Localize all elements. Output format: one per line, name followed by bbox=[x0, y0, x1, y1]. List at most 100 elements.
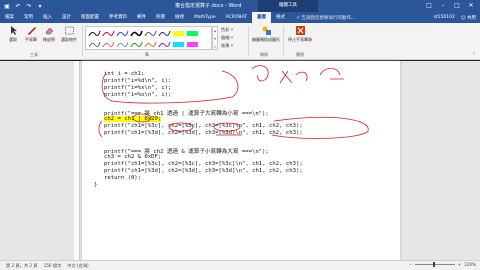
pens-group-label: 筆 bbox=[145, 52, 149, 57]
ribbon-display-icon[interactable]: □ bbox=[422, 0, 436, 12]
pen-blue-thin-icon[interactable] bbox=[116, 40, 129, 49]
redo-icon[interactable]: ↷ bbox=[25, 2, 33, 10]
user-name[interactable]: st150102 bbox=[434, 15, 455, 20]
pen-red-thin-icon[interactable] bbox=[102, 40, 115, 49]
convert-group-label: 轉換 bbox=[260, 52, 268, 57]
stop-inking-icon bbox=[295, 26, 305, 35]
group-separator bbox=[82, 26, 83, 56]
code-line-15: return (0); bbox=[104, 175, 142, 181]
document-area: int i = ch1; printf("i=%d\n", i); printf… bbox=[0, 61, 480, 260]
pen-navy-icon[interactable] bbox=[158, 29, 171, 38]
undo-icon[interactable]: ↶ bbox=[14, 2, 22, 10]
tab-review[interactable]: 校閱 bbox=[151, 12, 170, 23]
pen-blue-icon[interactable] bbox=[116, 29, 129, 38]
lightbulb-icon: ☼ bbox=[295, 15, 301, 21]
code-line-2: printf("i=%d\n", i); bbox=[104, 78, 172, 84]
eraser-tool-label: 橡皮擦 bbox=[43, 37, 55, 42]
pen-gallery[interactable] bbox=[85, 26, 212, 50]
window-title: 複合指定運算子.docx - Word bbox=[175, 3, 242, 9]
share-button[interactable]: ☺ 共用 bbox=[461, 15, 476, 21]
pen-gray-icon[interactable] bbox=[144, 29, 157, 38]
pen-tool-button[interactable]: 手寫筆 bbox=[22, 25, 40, 43]
document-page[interactable]: int i = ch1; printf("i=%d\n", i); printf… bbox=[82, 61, 400, 260]
tab-draw[interactable]: 畫圖 bbox=[251, 12, 271, 23]
color-dropdown[interactable]: 色彩 • bbox=[221, 27, 233, 33]
shapes-icon bbox=[262, 26, 271, 35]
close-group-label: 關閉 bbox=[296, 52, 304, 57]
code-line-16: } bbox=[94, 182, 98, 188]
save-icon[interactable]: ▣ bbox=[3, 2, 11, 10]
highlighter-green-icon[interactable] bbox=[186, 29, 199, 38]
tools-group-label: 工具 bbox=[30, 52, 38, 57]
language-indicator[interactable]: 中文 (台灣) bbox=[67, 263, 88, 269]
code-line-4: printf("i=%o\n", i); bbox=[104, 92, 172, 98]
select-objects-label: 選取物件 bbox=[61, 37, 77, 42]
stop-inking-button[interactable]: 停止手寫筆跡 bbox=[286, 25, 314, 43]
tab-mathtype[interactable]: MathType bbox=[189, 12, 221, 23]
code-line-8: printf("ch1=[%3c], ch2=[%3c], ch3=[%3c]\… bbox=[104, 123, 303, 129]
page-count[interactable]: 第 2 頁，共 2 頁 bbox=[6, 263, 38, 269]
zoom-out-icon[interactable]: – bbox=[409, 262, 411, 267]
status-bar: 第 2 頁，共 2 頁 156 個字 中文 (台灣) – + 120% bbox=[0, 260, 480, 270]
tab-format[interactable]: 格式 bbox=[271, 12, 290, 23]
select-objects-button[interactable]: 選取物件 bbox=[58, 25, 80, 43]
pen-black-thick-icon[interactable] bbox=[130, 29, 143, 38]
tab-home[interactable]: 常用 bbox=[19, 12, 38, 23]
convert-to-shapes-button[interactable]: 繪圖轉換成圖形 bbox=[252, 25, 280, 43]
minimize-icon[interactable]: – bbox=[436, 0, 450, 12]
zoom-in-icon[interactable]: + bbox=[458, 262, 462, 267]
pen-icon bbox=[27, 27, 36, 35]
tab-file[interactable]: 檔案 bbox=[0, 12, 19, 23]
pen-red-icon[interactable] bbox=[102, 29, 115, 38]
zoom-control: – + 120% bbox=[409, 262, 476, 267]
pen-green-icon[interactable] bbox=[130, 40, 143, 49]
code-line-3: printf("i=%x\n", i); bbox=[104, 85, 172, 91]
gallery-scroll[interactable]: ▴ ▾ ▿ bbox=[212, 26, 218, 50]
highlighter-yellow-icon[interactable] bbox=[172, 29, 185, 38]
thickness-dropdown[interactable]: 粗細 • bbox=[221, 35, 233, 41]
tab-layout[interactable]: 版面配置 bbox=[76, 12, 104, 23]
tab-acrobat[interactable]: ACROBAT bbox=[221, 12, 252, 23]
eraser-tool-button[interactable]: 橡皮擦 bbox=[40, 25, 58, 43]
draw-ribbon: 選取 手寫筆 橡皮擦 選取物件 工具 ▴ ▾ ▿ 筆 色彩 • 粗細 • 效果 … bbox=[0, 23, 480, 60]
highlighter-magenta-icon[interactable] bbox=[186, 40, 199, 49]
eraser-icon bbox=[45, 27, 53, 35]
highlighter-cyan-icon[interactable] bbox=[172, 40, 185, 49]
ink-stroke-top-right-1 bbox=[251, 65, 269, 82]
collapse-ribbon-icon[interactable]: ⌃ bbox=[472, 52, 476, 58]
word-count[interactable]: 156 個字 bbox=[44, 263, 62, 269]
effects-dropdown[interactable]: 效果 • bbox=[221, 43, 233, 49]
pen-purple-icon[interactable] bbox=[158, 40, 171, 49]
tab-insert[interactable]: 插入 bbox=[38, 12, 57, 23]
pen-tool-label: 手寫筆 bbox=[25, 37, 37, 42]
tell-me-box[interactable]: ☼ 告訴我您想要執行的動作... bbox=[296, 15, 355, 21]
ink-stroke-top-right-3 bbox=[319, 67, 344, 80]
person-icon: ☺ bbox=[460, 15, 466, 21]
tab-mailings[interactable]: 郵件 bbox=[132, 12, 151, 23]
select-objects-icon bbox=[64, 26, 74, 35]
group-separator bbox=[248, 26, 249, 56]
customize-qat-icon[interactable]: ▾ bbox=[36, 2, 44, 10]
zoom-slider-knob[interactable] bbox=[432, 262, 435, 267]
tab-view[interactable]: 檢視 bbox=[170, 12, 189, 23]
tab-references[interactable]: 參考資料 bbox=[104, 12, 132, 23]
zoom-level[interactable]: 120% bbox=[464, 262, 476, 267]
word-window: ▣ ↶ ↷ ▾ 複合指定運算子.docx - Word 繪圖工具 □ – □ ✕… bbox=[0, 0, 480, 270]
user-area: st150102 ☺ 共用 bbox=[434, 12, 476, 23]
select-tool-button[interactable]: 選取 bbox=[4, 25, 22, 43]
tab-design[interactable]: 設計 bbox=[57, 12, 76, 23]
stop-inking-label: 停止手寫筆跡 bbox=[288, 37, 312, 42]
pen-orange-icon[interactable] bbox=[144, 40, 157, 49]
close-icon[interactable]: ✕ bbox=[464, 0, 478, 12]
pen-black-thin-icon[interactable] bbox=[88, 40, 101, 49]
code-line-9: printf("ch1=[%3d], ch2=[%3d], ch3=[%3d]\… bbox=[104, 130, 303, 136]
title-bar: ▣ ↶ ↷ ▾ 複合指定運算子.docx - Word 繪圖工具 □ – □ ✕ bbox=[0, 0, 480, 12]
convert-label: 繪圖轉換成圖形 bbox=[252, 37, 280, 42]
code-line-13: printf("ch1=[%3c], ch2=[%3c], ch3=[%3c]\… bbox=[104, 161, 303, 167]
zoom-slider[interactable] bbox=[414, 262, 455, 267]
code-line-14: printf("ch1=[%3d], ch2=[%3d], ch3=[%3d]\… bbox=[104, 168, 303, 174]
pen-black-icon[interactable] bbox=[88, 29, 101, 38]
code-line-7: ch2 = ch1 | 0x20; bbox=[104, 116, 162, 122]
maximize-icon[interactable]: □ bbox=[450, 0, 464, 12]
code-line-12: ch3 = ch2 & 0xDF; bbox=[104, 154, 162, 160]
